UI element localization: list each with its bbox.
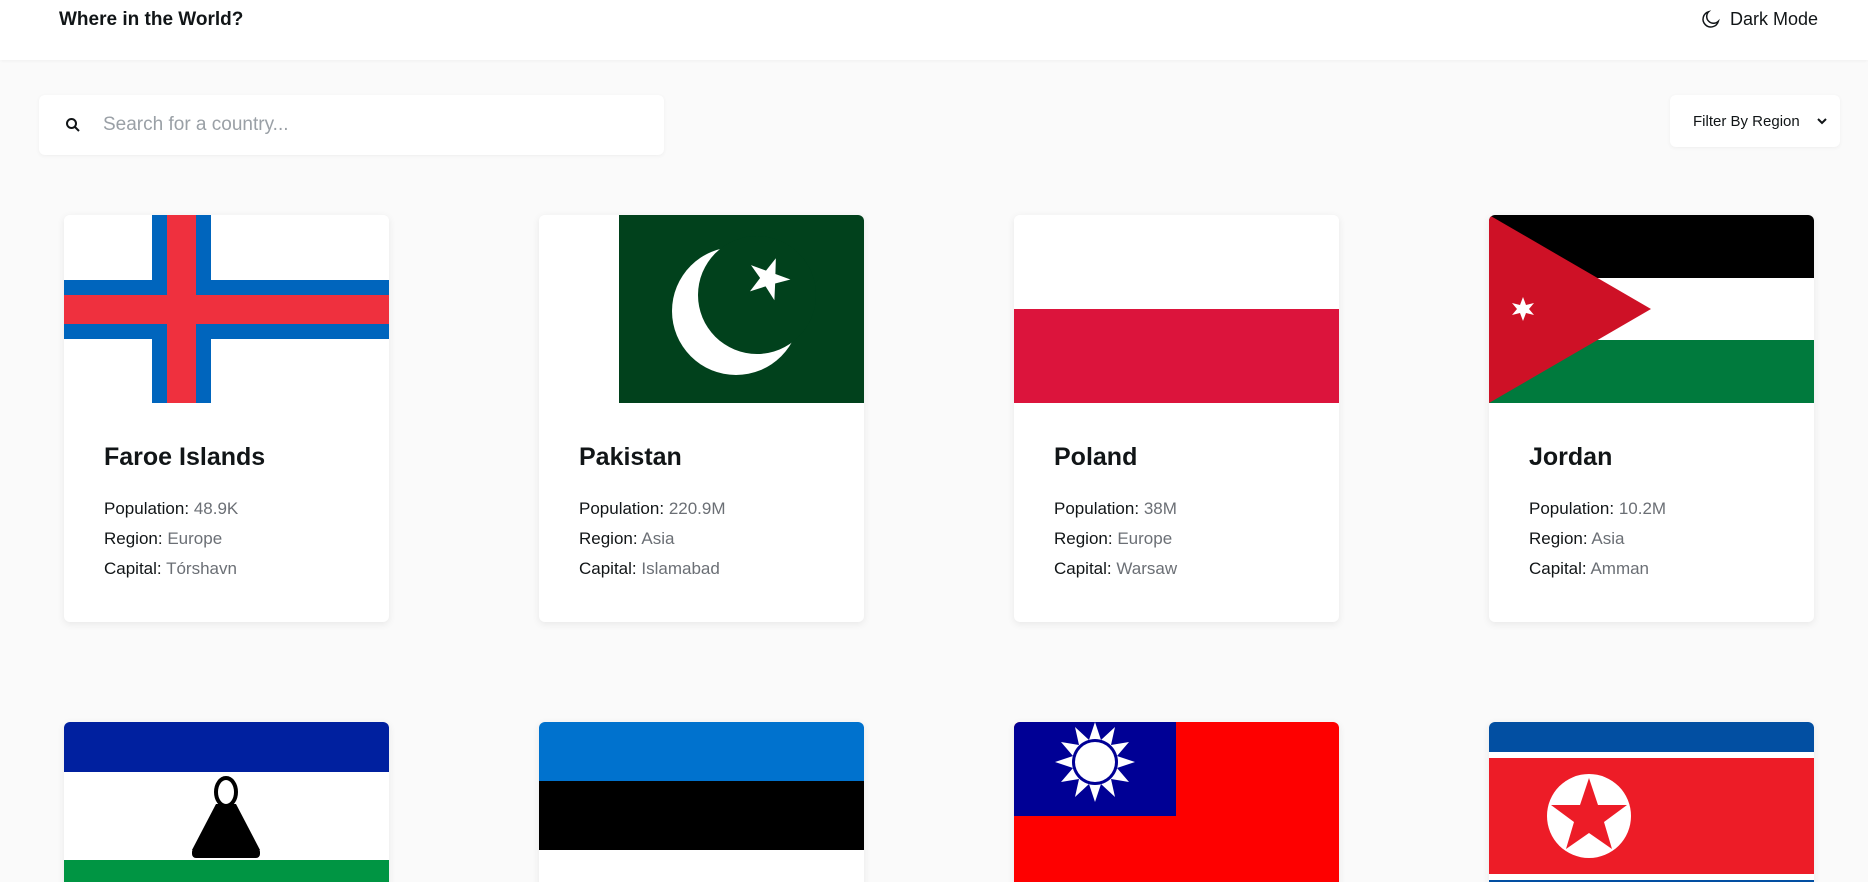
region-stat: Region: Asia xyxy=(1529,524,1774,554)
population-value: 48.9K xyxy=(193,499,239,518)
country-card[interactable]: Jordan Population: 10.2M Region: Asia Ca… xyxy=(1489,215,1814,622)
estonia-flag xyxy=(539,722,864,882)
dark-mode-label: Dark Mode xyxy=(1729,8,1818,29)
country-name: Pakistan xyxy=(579,443,682,471)
region-value: Asia xyxy=(641,529,675,548)
poland-flag xyxy=(1014,215,1339,403)
country-card[interactable] xyxy=(64,722,389,882)
country-name: Jordan xyxy=(1529,443,1613,471)
capital-label: Capital: xyxy=(579,559,637,578)
population-value: 38M xyxy=(1143,499,1177,518)
capital-stat: Capital: Amman xyxy=(1529,554,1774,584)
country-card[interactable] xyxy=(1489,722,1814,882)
population-label: Population: xyxy=(579,499,665,518)
population-value: 10.2M xyxy=(1618,499,1667,518)
dark-mode-toggle[interactable]: Dark Mode xyxy=(1700,8,1818,30)
capital-stat: Capital: Warsaw xyxy=(1054,554,1299,584)
north-korea-flag xyxy=(1489,722,1814,882)
search-box[interactable] xyxy=(39,95,664,155)
region-stat: Region: Europe xyxy=(1054,524,1299,554)
region-filter-dropdown[interactable]: Filter By Region xyxy=(1670,95,1840,147)
population-label: Population: xyxy=(1054,499,1140,518)
faroe-islands-flag xyxy=(64,215,389,403)
app-title: Where in the World? xyxy=(59,9,244,30)
region-value: Asia xyxy=(1591,529,1625,548)
country-name: Faroe Islands xyxy=(104,443,266,471)
capital-value: Amman xyxy=(1590,559,1650,578)
population-value: 220.9M xyxy=(668,499,726,518)
header: Where in the World? Dark Mode xyxy=(0,0,1868,60)
capital-value: Tórshavn xyxy=(166,559,237,578)
pakistan-flag xyxy=(539,215,864,403)
capital-label: Capital: xyxy=(1529,559,1587,578)
region-label: Region: xyxy=(1054,529,1113,548)
region-label: Region: xyxy=(1529,529,1588,548)
taiwan-flag xyxy=(1014,722,1339,882)
region-label: Region: xyxy=(104,529,163,548)
population-stat: Population: 10.2M xyxy=(1529,494,1774,524)
capital-value: Warsaw xyxy=(1116,559,1178,578)
moon-icon xyxy=(1702,10,1720,28)
country-card[interactable]: Poland Population: 38M Region: Europe Ca… xyxy=(1014,215,1339,622)
search-input[interactable] xyxy=(103,114,623,136)
country-card[interactable] xyxy=(1014,722,1339,882)
population-label: Population: xyxy=(1529,499,1615,518)
region-label: Region: xyxy=(579,529,638,548)
jordan-flag xyxy=(1489,215,1814,403)
region-stat: Region: Europe xyxy=(104,524,349,554)
region-value: Europe xyxy=(1117,529,1173,548)
population-stat: Population: 220.9M xyxy=(579,494,824,524)
capital-stat: Capital: Tórshavn xyxy=(104,554,349,584)
population-stat: Population: 38M xyxy=(1054,494,1299,524)
capital-label: Capital: xyxy=(1054,559,1112,578)
capital-stat: Capital: Islamabad xyxy=(579,554,824,584)
search-icon xyxy=(66,118,80,132)
region-stat: Region: Asia xyxy=(579,524,824,554)
capital-value: Islamabad xyxy=(641,559,720,578)
country-card[interactable]: Faroe Islands Population: 48.9K Region: … xyxy=(64,215,389,622)
filter-label: Filter By Region xyxy=(1693,112,1800,130)
region-value: Europe xyxy=(167,529,223,548)
lesotho-flag xyxy=(64,722,389,882)
country-card[interactable]: Pakistan Population: 220.9M Region: Asia… xyxy=(539,215,864,622)
population-label: Population: xyxy=(104,499,190,518)
chevron-down-icon xyxy=(1817,118,1827,125)
country-card[interactable] xyxy=(539,722,864,882)
population-stat: Population: 48.9K xyxy=(104,494,349,524)
country-name: Poland xyxy=(1054,443,1138,471)
capital-label: Capital: xyxy=(104,559,162,578)
